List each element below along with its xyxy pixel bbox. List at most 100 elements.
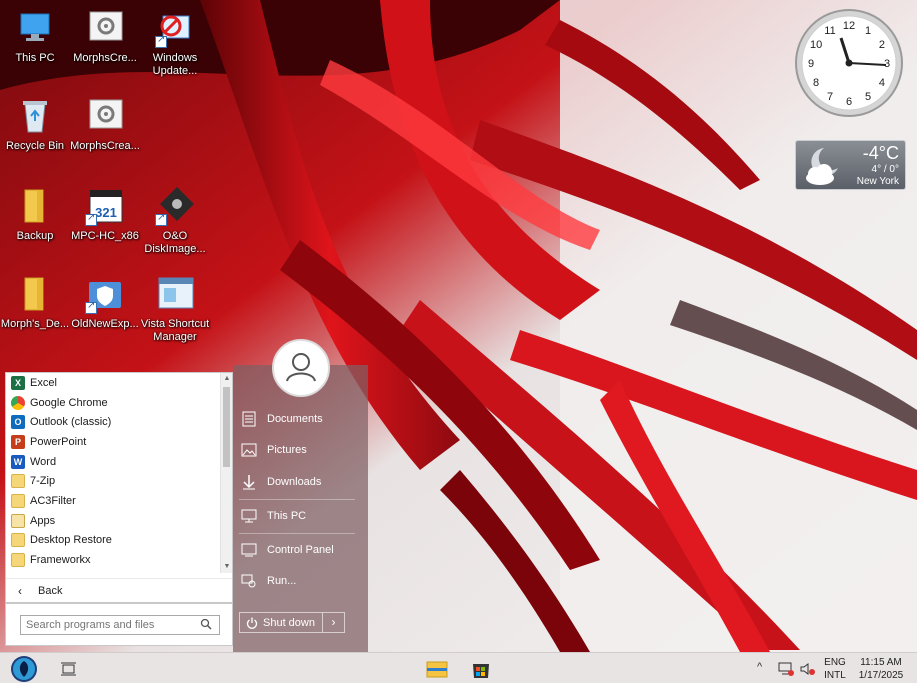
place-label: This PC (267, 510, 307, 522)
input-language-indicator[interactable]: ENG INTL (822, 656, 848, 682)
desktop-icon-morphscrea-2[interactable]: MorphsCrea... (70, 96, 140, 176)
place-run[interactable]: Run... (241, 570, 361, 592)
language-layout: INTL (824, 670, 846, 681)
desktop-icon-oldnewexp[interactable]: OldNewExp... (70, 274, 140, 354)
document-icon (241, 411, 257, 427)
program-label: AC3Filter (30, 494, 76, 507)
desktop-icon-label: Vista Shortcut Manager (140, 318, 210, 343)
place-label: Control Panel (267, 544, 334, 556)
place-label: Downloads (267, 476, 322, 488)
search-input[interactable] (20, 615, 220, 635)
desktop-icon-label: O&O DiskImage... (144, 230, 206, 255)
program-item[interactable]: X Excel (6, 373, 222, 393)
place-control-panel[interactable]: Control Panel (241, 539, 361, 561)
desktop-icon-morphs-de[interactable]: Morph's_De... (0, 274, 70, 354)
chevron-left-icon: ‹ (18, 583, 22, 598)
place-this-pc[interactable]: This PC (241, 505, 361, 527)
window-app-icon (155, 274, 195, 314)
back-button[interactable]: ‹ Back (6, 578, 232, 602)
outlook-icon: O (11, 415, 25, 430)
disk-image-icon (155, 186, 195, 226)
place-pictures[interactable]: Pictures (241, 439, 361, 461)
scroll-up-arrow-icon[interactable]: ▲ (221, 373, 233, 385)
start-button[interactable] (9, 655, 39, 683)
place-documents[interactable]: Documents (241, 408, 361, 430)
volume-muted-icon[interactable] (800, 662, 816, 676)
clock-number: 12 (843, 20, 855, 32)
program-item[interactable]: W Word (6, 452, 222, 472)
clock-number: 4 (879, 77, 885, 89)
clock-number: 5 (865, 91, 871, 103)
clock-number: 8 (813, 77, 819, 89)
folder-icon (15, 186, 55, 226)
weather-gadget[interactable]: -4°C 4° / 0° New York (795, 140, 906, 190)
program-item[interactable]: Google Chrome (6, 393, 222, 413)
clock-number: 6 (846, 96, 852, 108)
program-item[interactable]: Apps (6, 511, 222, 531)
folder-icon (11, 493, 25, 508)
places-separator (239, 499, 355, 500)
start-menu-programs-pane: X Excel Google Chrome O Outlook (classic) P Po… (5, 372, 233, 603)
desktop-icon-mpc-hc[interactable]: 321 MPC-HC_x86 (70, 186, 140, 266)
network-icon[interactable] (778, 662, 794, 676)
file-explorer-icon[interactable] (424, 656, 450, 682)
folder-icon (11, 533, 25, 548)
desktop-icon-vista-shortcut-manager[interactable]: Vista Shortcut Manager (140, 274, 210, 354)
place-label: Run... (267, 575, 297, 587)
program-label: Outlook (classic) (30, 416, 112, 429)
desktop-icon-label: Windows Update... (152, 52, 198, 77)
language-code: ENG (824, 657, 846, 668)
program-item[interactable]: Frameworkx (6, 550, 222, 570)
power-icon (246, 617, 258, 629)
task-view-icon[interactable] (60, 661, 78, 677)
chevron-up-icon[interactable]: ^ (757, 661, 762, 673)
program-list: X Excel Google Chrome O Outlook (classic) P Po… (6, 373, 222, 573)
chrome-icon (11, 395, 25, 410)
cloudy-moon-icon (800, 144, 844, 188)
desktop-icon-label: MPC-HC_x86 (71, 230, 139, 242)
desktop-icon-label: Morph's_De... (0, 318, 70, 330)
program-item[interactable]: 7-Zip (6, 471, 222, 491)
shield-folder-icon (85, 274, 125, 314)
program-label: 7-Zip (30, 475, 56, 488)
excel-icon: X (11, 375, 25, 390)
apps-icon (11, 513, 25, 528)
program-list-scrollbar[interactable]: ▲ ▼ (220, 373, 232, 573)
desktop-icon-label: MorphsCre... (73, 52, 137, 64)
monitor-icon (15, 8, 55, 48)
desktop-icon-oo-diskimage[interactable]: O&O DiskImage... (140, 186, 210, 266)
scroll-down-arrow-icon[interactable]: ▼ (221, 561, 233, 573)
program-label: Word (30, 455, 57, 468)
program-label: Apps (30, 514, 56, 527)
shortcut-arrow-icon (85, 300, 97, 314)
clock-date: 1/17/2025 (858, 670, 904, 681)
taskbar-clock[interactable]: 11:15 AM 1/17/2025 (852, 656, 910, 682)
desktop-icon-recycle-bin[interactable]: Recycle Bin (0, 96, 70, 176)
desktop-icon-windows-update[interactable]: Windows Update... (140, 8, 210, 88)
program-label: Excel (30, 376, 57, 389)
gear-file-icon (85, 8, 125, 48)
place-downloads[interactable]: Downloads (241, 471, 361, 493)
program-item[interactable]: Desktop Restore (6, 531, 222, 551)
folder-icon (15, 274, 55, 314)
control-panel-icon (241, 542, 257, 558)
shutdown-button[interactable]: Shut down (239, 612, 323, 633)
search-icon[interactable] (200, 618, 212, 630)
clock-number: 11 (824, 25, 835, 37)
desktop-icon-this-pc[interactable]: This PC (0, 8, 70, 88)
store-icon[interactable] (468, 656, 494, 682)
desktop-icon-backup[interactable]: Backup (0, 186, 70, 266)
user-avatar[interactable] (272, 339, 330, 397)
shortcut-arrow-icon (155, 34, 167, 48)
shortcut-arrow-icon (85, 212, 97, 226)
program-item[interactable]: P PowerPoint (6, 432, 222, 452)
word-icon: W (11, 454, 25, 469)
program-item[interactable]: AC3Filter (6, 491, 222, 511)
scrollbar-thumb[interactable] (223, 387, 230, 467)
shortcut-arrow-icon (155, 212, 167, 226)
desktop-icon-morphscre-1[interactable]: MorphsCre... (70, 8, 140, 88)
program-item[interactable]: O Outlook (classic) (6, 412, 222, 432)
shutdown-options-button[interactable]: › (323, 612, 345, 633)
windows-update-icon (155, 8, 195, 48)
clock-gadget[interactable]: 12 1 2 3 4 5 6 7 8 9 10 11 (794, 8, 904, 118)
